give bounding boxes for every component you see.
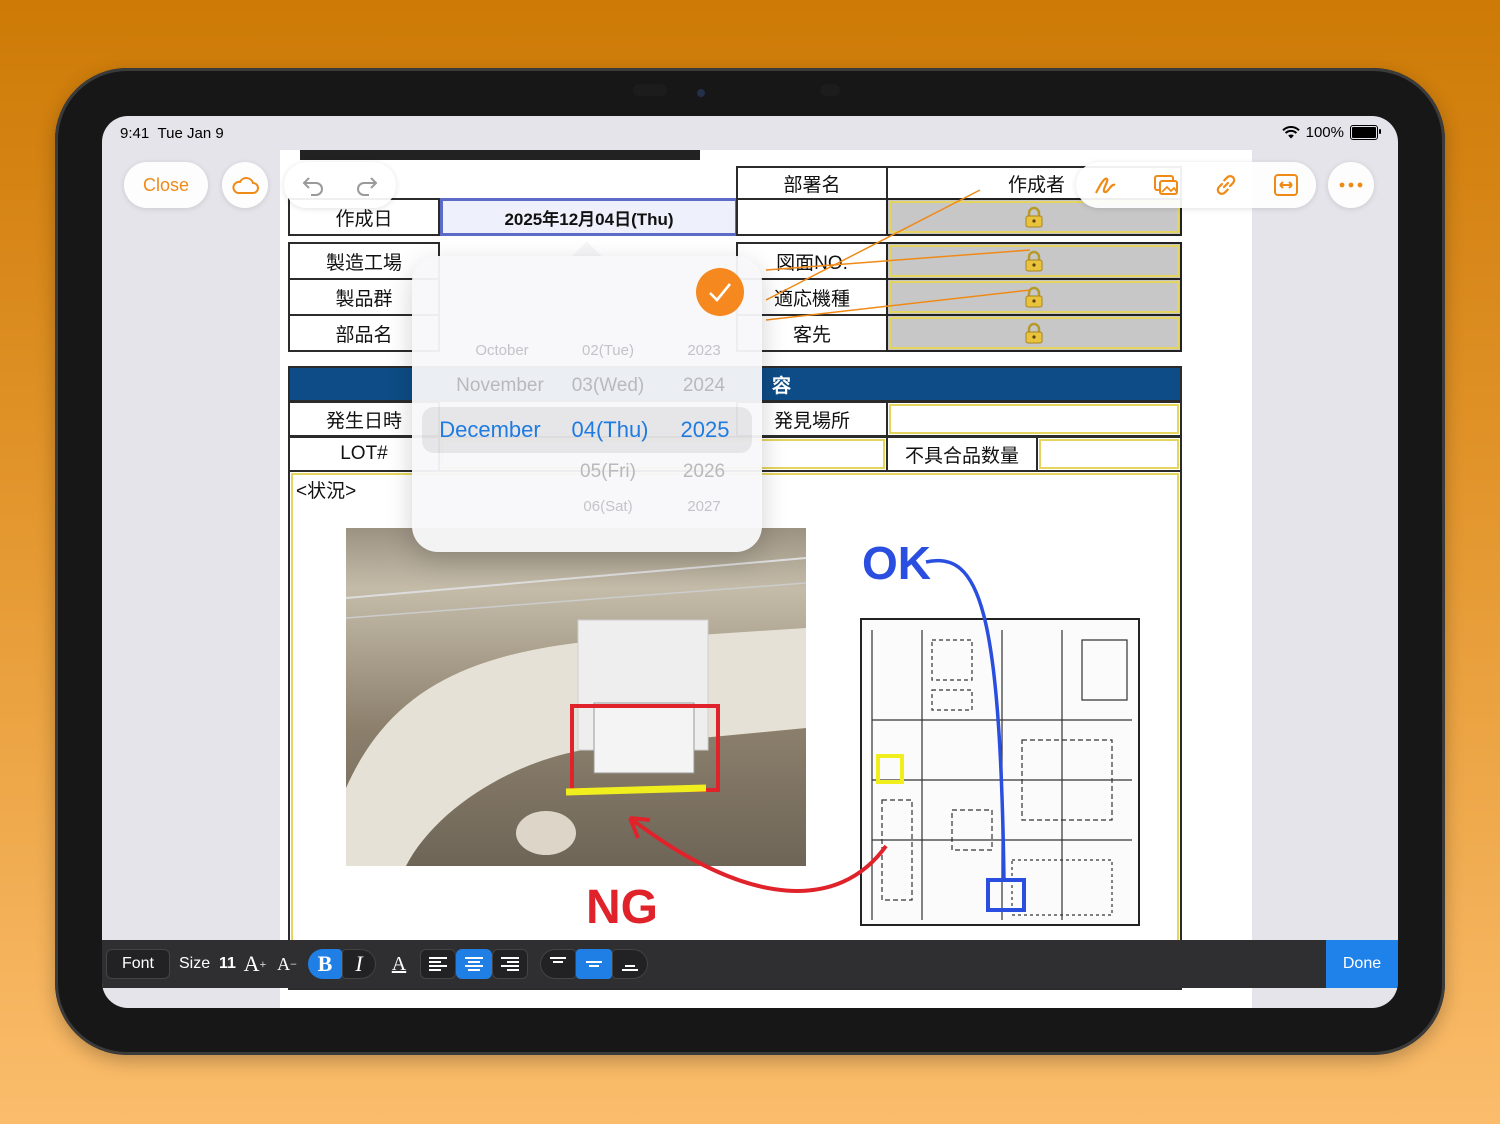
valign-middle-button[interactable]: [576, 949, 612, 979]
cloud-icon: [231, 175, 259, 195]
align-left-icon: [429, 957, 447, 971]
more-icon: [1339, 182, 1363, 188]
picker-month-item[interactable]: October: [442, 342, 562, 359]
align-right-icon: [501, 957, 519, 971]
battery-icon: [1350, 125, 1381, 140]
size-label: Size: [179, 955, 211, 972]
bold-button[interactable]: B: [308, 949, 342, 979]
picker-day-item[interactable]: 05(Fri): [558, 461, 658, 483]
picker-day-selected[interactable]: 04(Thu): [558, 417, 662, 443]
battery-percent: 100%: [1305, 124, 1344, 141]
ng-annotation: NG: [586, 881, 658, 934]
front-camera: [697, 89, 705, 97]
valign-bottom-icon: [622, 965, 638, 971]
picker-year-selected[interactable]: 2025: [672, 417, 738, 443]
align-right-button[interactable]: [492, 949, 528, 979]
done-button[interactable]: Done: [1326, 940, 1398, 988]
picker-month-item[interactable]: November: [438, 375, 562, 397]
redo-icon[interactable]: [355, 174, 379, 196]
italic-button[interactable]: I: [342, 949, 376, 979]
ok-annotation: OK: [862, 537, 931, 589]
tools-group: [1076, 162, 1316, 208]
picker-month-selected[interactable]: December: [426, 417, 554, 443]
checkmark-icon: [709, 283, 732, 302]
undo-redo-group: [284, 162, 396, 208]
status-bar: 9:41 Tue Jan 9 100%: [102, 116, 1398, 150]
undo-icon[interactable]: [301, 174, 325, 196]
date-picker[interactable]: October November December 02(Tue) 03(Wed…: [412, 256, 762, 552]
font-size-decrease-button[interactable]: A −: [272, 949, 302, 979]
size-value[interactable]: 11: [219, 955, 236, 973]
picker-day-item[interactable]: 06(Sat): [560, 498, 656, 515]
picker-year-item[interactable]: 2024: [672, 375, 736, 397]
picker-year-item[interactable]: 2023: [672, 342, 736, 359]
valign-top-button[interactable]: [540, 949, 576, 979]
wifi-icon: [1281, 126, 1300, 139]
picker-day-item[interactable]: 02(Tue): [560, 342, 656, 359]
status-date: Tue Jan 9: [157, 125, 224, 142]
cloud-button[interactable]: [222, 162, 268, 208]
screen: 9:41 Tue Jan 9 100% 部署名 作成者 作成日 2025年12月…: [102, 116, 1398, 1008]
more-button[interactable]: [1328, 162, 1374, 208]
text-color-button[interactable]: A: [384, 949, 414, 979]
valign-middle-icon: [586, 961, 602, 967]
resize-icon[interactable]: [1273, 173, 1299, 197]
image-icon[interactable]: [1153, 174, 1179, 196]
confirm-date-button[interactable]: [696, 268, 744, 316]
close-button[interactable]: Close: [124, 162, 208, 208]
text-format-toolbar: Font Size 11 A + A − B I A Done: [102, 940, 1398, 988]
align-center-icon: [465, 957, 483, 971]
status-time: 9:41: [120, 125, 150, 142]
link-icon[interactable]: [1213, 172, 1239, 198]
picker-day-item[interactable]: 03(Wed): [558, 375, 658, 397]
picker-year-item[interactable]: 2027: [672, 498, 736, 515]
picker-year-item[interactable]: 2026: [672, 461, 736, 483]
valign-top-icon: [550, 957, 566, 963]
font-button[interactable]: Font: [106, 949, 170, 979]
pen-icon[interactable]: [1093, 173, 1119, 197]
sensor: [633, 84, 667, 96]
valign-bottom-button[interactable]: [612, 949, 648, 979]
font-size-increase-button[interactable]: A +: [240, 949, 270, 979]
sensor: [820, 84, 840, 96]
align-center-button[interactable]: [456, 949, 492, 979]
align-left-button[interactable]: [420, 949, 456, 979]
